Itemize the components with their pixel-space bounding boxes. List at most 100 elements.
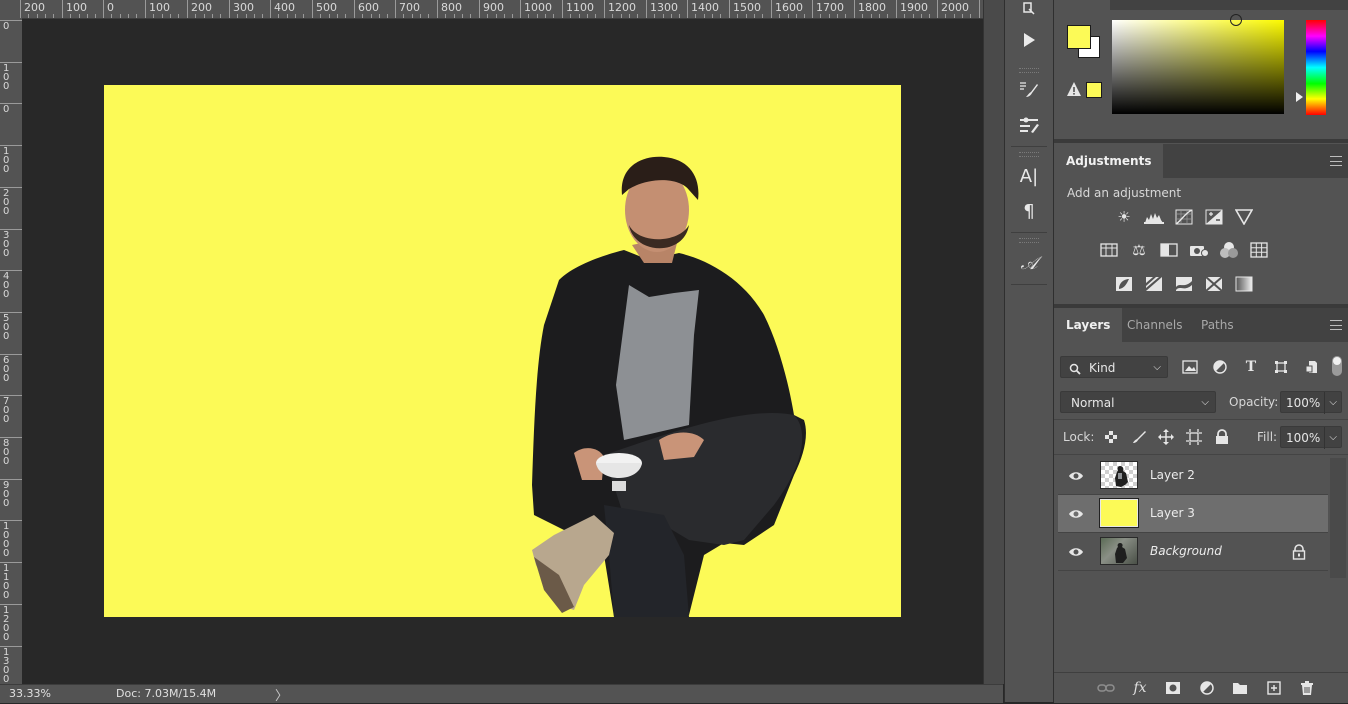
background-thumbnail[interactable] xyxy=(1100,537,1138,565)
hue-saturation-icon[interactable] xyxy=(1098,240,1120,260)
ruler-top-tick: 0 xyxy=(103,0,114,18)
ruler-left-label: 1300 xyxy=(3,647,10,685)
visibility-eye-icon[interactable] xyxy=(1068,468,1084,484)
filter-smart-objects-icon[interactable] xyxy=(1302,357,1322,377)
layers-menu-icon[interactable] xyxy=(1330,320,1342,330)
posterize-icon[interactable] xyxy=(1143,274,1165,294)
ruler-left-tick: 400 xyxy=(0,270,22,300)
filter-adjustment-layers-icon[interactable] xyxy=(1210,357,1230,377)
layer-3-thumbnail[interactable] xyxy=(1100,499,1138,527)
selective-color-icon[interactable] xyxy=(1203,274,1225,294)
opacity-input[interactable]: 100% ⌵ xyxy=(1280,391,1342,414)
filter-toggle-switch[interactable] xyxy=(1332,356,1342,376)
tab-layers[interactable]: Layers xyxy=(1054,308,1123,342)
chevron-down-icon[interactable]: ⌵ xyxy=(1324,427,1337,449)
color-picker-field[interactable] xyxy=(1112,20,1284,114)
ruler-left-label: 1100 xyxy=(3,563,10,601)
color-balance-icon[interactable]: ⚖ xyxy=(1128,240,1150,260)
threshold-icon[interactable] xyxy=(1173,274,1195,294)
lock-artboard-icon[interactable] xyxy=(1184,427,1204,447)
filter-pixel-layers-icon[interactable] xyxy=(1180,357,1200,377)
ruler-top-label: 500 xyxy=(316,1,337,14)
ruler-top-label: 1800 xyxy=(858,1,886,14)
paragraph-panel-icon[interactable]: ¶ xyxy=(1013,197,1045,225)
link-layers-icon[interactable] xyxy=(1096,679,1116,697)
brush-settings-icon[interactable] xyxy=(1013,76,1045,104)
tab-paths[interactable]: Paths xyxy=(1189,308,1246,342)
layer-filter-kind-select[interactable]: Kind ⌵ xyxy=(1060,356,1168,378)
out-of-gamut-warning-icon[interactable] xyxy=(1066,81,1082,97)
lock-all-icon[interactable] xyxy=(1212,427,1232,447)
layer-row-background[interactable]: Background xyxy=(1058,533,1328,571)
vibrance-icon[interactable] xyxy=(1233,207,1255,227)
ruler-left-tick: 0 xyxy=(0,103,22,115)
tab-adjustments[interactable]: Adjustments xyxy=(1054,144,1164,178)
ruler-left-label: 400 xyxy=(3,271,10,300)
brush-presets-icon[interactable] xyxy=(1013,111,1045,139)
lock-image-pixels-icon[interactable] xyxy=(1129,427,1149,447)
visibility-eye-icon[interactable] xyxy=(1068,544,1084,560)
ruler-top-tick: 100 xyxy=(62,0,87,18)
hue-slider[interactable] xyxy=(1306,20,1326,115)
canvas-scrollbar[interactable] xyxy=(983,0,1004,684)
ruler-vertical[interactable]: 0 100 0 100 200 300 400 500 600 700 800 900 1000 1100… xyxy=(0,18,23,684)
actions-play-icon[interactable] xyxy=(1013,26,1045,54)
ruler-left-label: 800 xyxy=(3,438,10,467)
add-mask-icon[interactable] xyxy=(1163,679,1183,697)
ruler-horizontal[interactable]: 200 100 0 100 200 300 400 500 600 700 800 900 1000 11… xyxy=(0,0,983,19)
ruler-left-tick: 0 xyxy=(0,20,22,32)
ruler-left-tick: 700 xyxy=(0,395,22,425)
ruler-top-label: 200 xyxy=(24,1,45,14)
brightness-contrast-icon[interactable]: ☀ xyxy=(1113,207,1135,227)
search-icon xyxy=(1069,357,1081,379)
exposure-icon[interactable] xyxy=(1203,207,1225,227)
color-picker-ring[interactable] xyxy=(1230,14,1242,26)
ruler-left-label: 100 xyxy=(3,63,10,92)
glyphs-panel-icon[interactable]: 𝒜 xyxy=(1013,249,1045,277)
adjustments-menu-icon[interactable] xyxy=(1330,156,1342,166)
lock-position-icon[interactable] xyxy=(1156,427,1176,447)
hue-slider-pointer[interactable] xyxy=(1296,92,1303,102)
foreground-color-swatch-front[interactable] xyxy=(1067,25,1091,49)
lock-transparent-pixels-icon[interactable] xyxy=(1101,427,1121,447)
layer-2-thumbnail[interactable] xyxy=(1100,461,1138,489)
history-panel-icon[interactable] xyxy=(1013,0,1045,20)
layer-name[interactable]: Background xyxy=(1150,544,1222,558)
levels-icon[interactable] xyxy=(1143,207,1165,227)
ruler-top-tick: 1200 xyxy=(604,0,636,18)
layers-scrollbar[interactable] xyxy=(1330,458,1346,578)
layer-name[interactable]: Layer 3 xyxy=(1150,506,1195,520)
photo-filter-icon[interactable] xyxy=(1188,240,1210,260)
visibility-eye-icon[interactable] xyxy=(1068,506,1084,522)
new-group-folder-icon[interactable] xyxy=(1230,679,1250,697)
character-panel-icon[interactable]: A| xyxy=(1013,162,1045,190)
ruler-top-tick: 400 xyxy=(270,0,295,18)
fill-input[interactable]: 100% ⌵ xyxy=(1280,426,1342,449)
zoom-level[interactable]: 33.33% xyxy=(9,687,51,700)
color-lookup-icon[interactable] xyxy=(1248,240,1270,260)
filter-shape-layers-icon[interactable] xyxy=(1271,357,1291,377)
tab-channels[interactable]: Channels xyxy=(1115,308,1195,342)
status-menu-arrow[interactable]: 〉 xyxy=(275,685,288,704)
document-canvas[interactable] xyxy=(104,85,901,617)
invert-icon[interactable] xyxy=(1113,274,1135,294)
black-white-icon[interactable] xyxy=(1158,240,1180,260)
gradient-map-icon[interactable] xyxy=(1233,274,1255,294)
chevron-down-icon[interactable]: ⌵ xyxy=(1324,392,1337,414)
new-adjustment-layer-icon[interactable] xyxy=(1197,679,1217,697)
new-layer-icon[interactable] xyxy=(1264,679,1284,697)
filter-type-layers-icon[interactable]: T xyxy=(1241,357,1261,377)
delete-layer-trash-icon[interactable] xyxy=(1297,679,1317,697)
curves-icon[interactable] xyxy=(1173,207,1195,227)
channel-mixer-icon[interactable] xyxy=(1218,240,1240,260)
ruler-left-tick: 500 xyxy=(0,312,22,342)
gamut-color-swatch[interactable] xyxy=(1086,82,1102,98)
layer-row-layer-3[interactable]: Layer 3 xyxy=(1058,495,1328,533)
blend-mode-select[interactable]: Normal ⌵ xyxy=(1060,391,1216,413)
ruler-left-label: 0 xyxy=(3,21,10,32)
layer-name[interactable]: Layer 2 xyxy=(1150,468,1195,482)
fx-layer-style-icon[interactable]: fx xyxy=(1130,679,1150,697)
layer-row-layer-2[interactable]: Layer 2 xyxy=(1058,457,1328,495)
ruler-top-label: 1000 xyxy=(524,1,552,14)
lock-icon[interactable] xyxy=(1292,544,1306,560)
